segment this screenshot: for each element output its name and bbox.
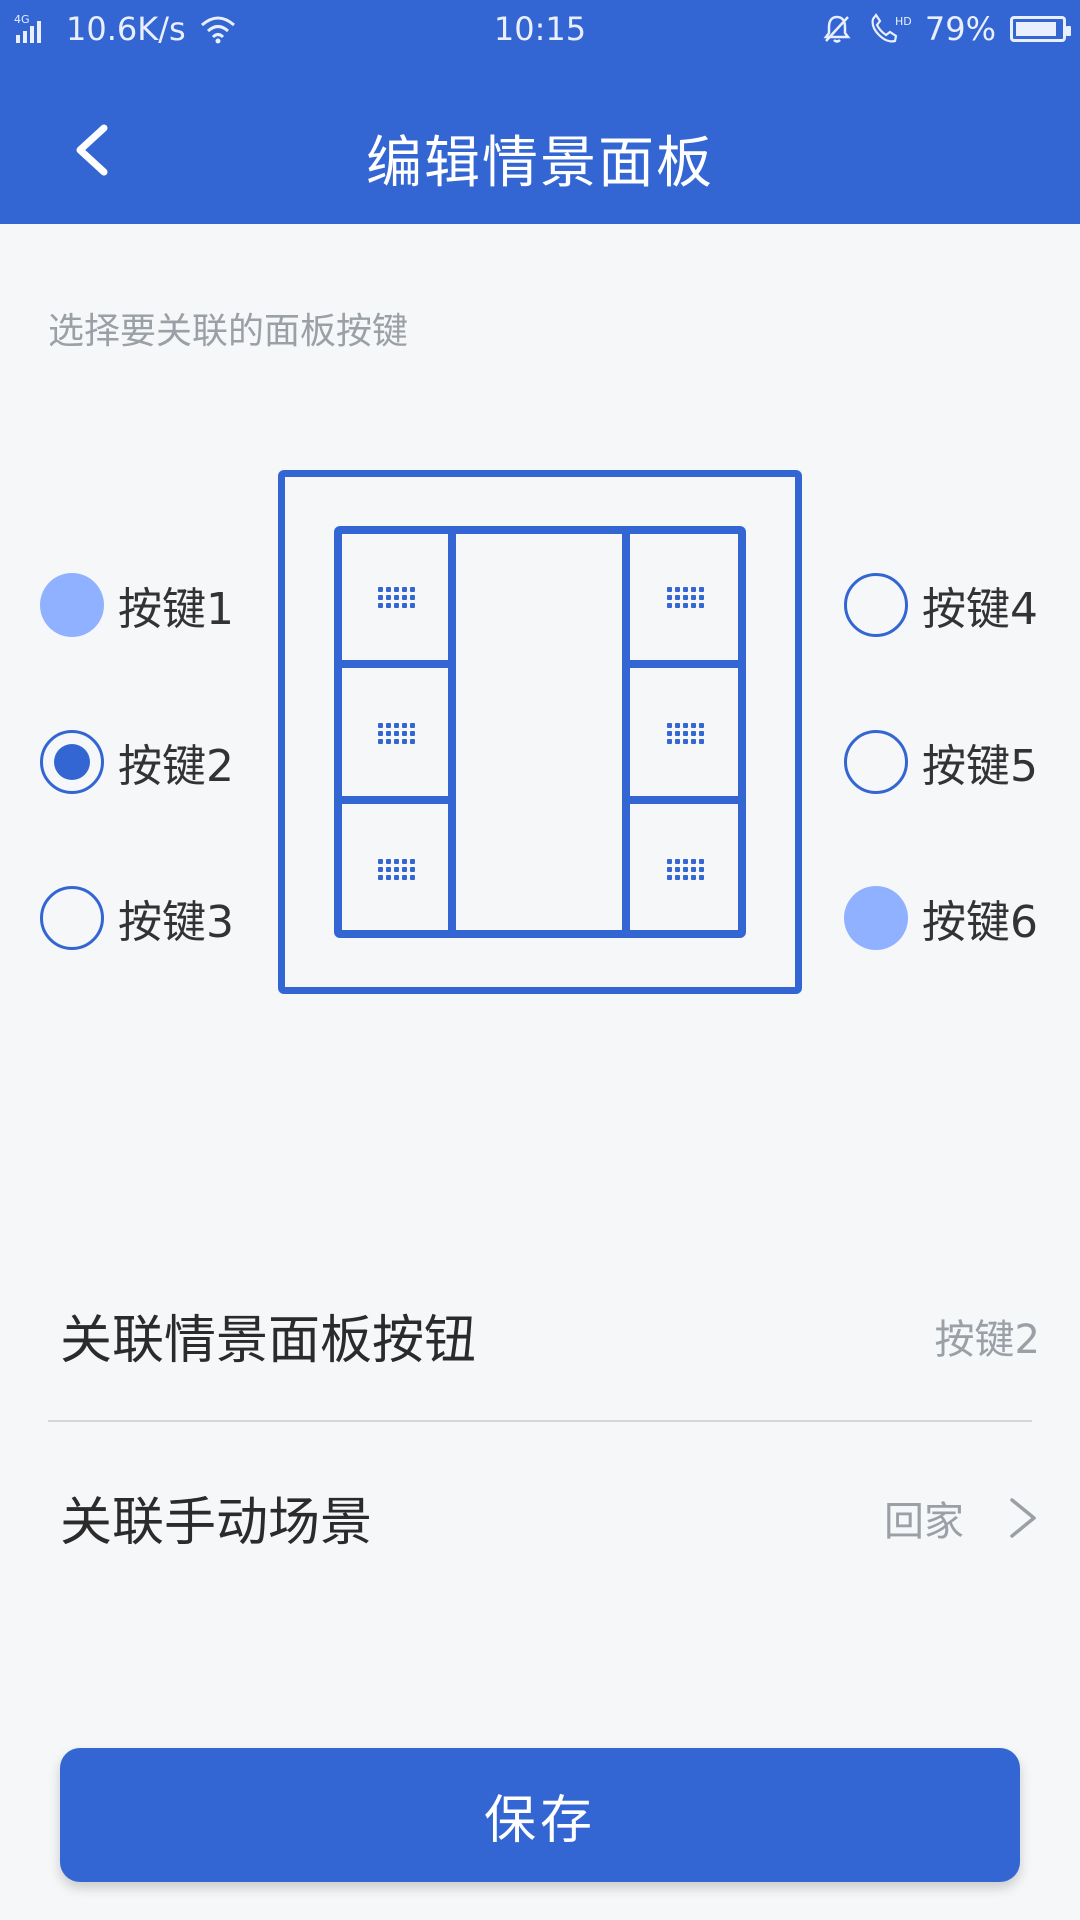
key-option-2[interactable]: 按键2 [40,730,234,794]
key-option-3[interactable]: 按键3 [40,886,234,950]
radio-key-5[interactable] [844,730,908,794]
dot-grid-icon [377,722,415,744]
chevron-right-icon[interactable] [1006,1496,1040,1540]
row-linked-panel-button: 关联情景面板按钮 按键2 [60,1298,1040,1373]
battery-icon [1010,16,1071,42]
row-linked-manual-scene[interactable]: 关联手动场景 回家 [60,1480,1040,1555]
dot-grid-icon [377,586,415,608]
panel-key-3[interactable] [339,804,453,934]
instruction-text: 选择要关联的面板按键 [48,311,409,352]
radio-key-3[interactable] [40,886,104,950]
dot-grid-icon [377,858,415,880]
row-divider [48,1420,1032,1422]
key-label-3: 按键3 [118,897,234,948]
status-right: HD 79% [821,10,1071,48]
radio-key-4[interactable] [844,573,908,637]
key-label-2: 按键2 [118,741,234,792]
dot-grid-icon [666,586,704,608]
key-option-6[interactable]: 按键6 [844,886,1038,950]
screen: 4G 10.6K/s 10:15 HD 79% 编辑情景面板 选择要关联的面板按… [0,0,1080,1920]
panel-key-6[interactable] [628,804,742,934]
row-label-panel-button: 关联情景面板按钮 [60,1311,477,1371]
battery-percent: 79% [924,10,996,48]
radio-key-6[interactable] [844,886,908,950]
key-option-4[interactable]: 按键4 [844,573,1038,637]
panel-key-1[interactable] [339,532,453,662]
row-value-panel-button: 按键2 [934,1316,1040,1363]
radio-key-2[interactable] [40,730,104,794]
svg-text:HD: HD [895,15,911,28]
page-title: 编辑情景面板 [366,131,714,196]
key-label-5: 按键5 [922,741,1038,792]
top-bar: 4G 10.6K/s 10:15 HD 79% 编辑情景面板 [0,0,1080,224]
key-option-5[interactable]: 按键5 [844,730,1038,794]
dot-grid-icon [666,722,704,744]
panel-key-2[interactable] [339,668,453,798]
row-label-manual-scene: 关联手动场景 [60,1493,373,1553]
status-bar: 4G 10.6K/s 10:15 HD 79% [0,0,1080,60]
key-option-1[interactable]: 按键1 [40,573,234,637]
row-value-manual-scene: 回家 [884,1498,964,1545]
key-label-4: 按键4 [922,584,1038,635]
panel-key-4[interactable] [628,532,742,662]
key-label-1: 按键1 [118,584,234,635]
save-button[interactable]: 保存 [60,1748,1020,1882]
key-label-6: 按键6 [922,897,1038,948]
phone-hd-icon: HD [871,13,911,43]
radio-key-1[interactable] [40,573,104,637]
dot-grid-icon [666,858,704,880]
panel-key-5[interactable] [628,668,742,798]
bell-off-icon [823,15,851,43]
